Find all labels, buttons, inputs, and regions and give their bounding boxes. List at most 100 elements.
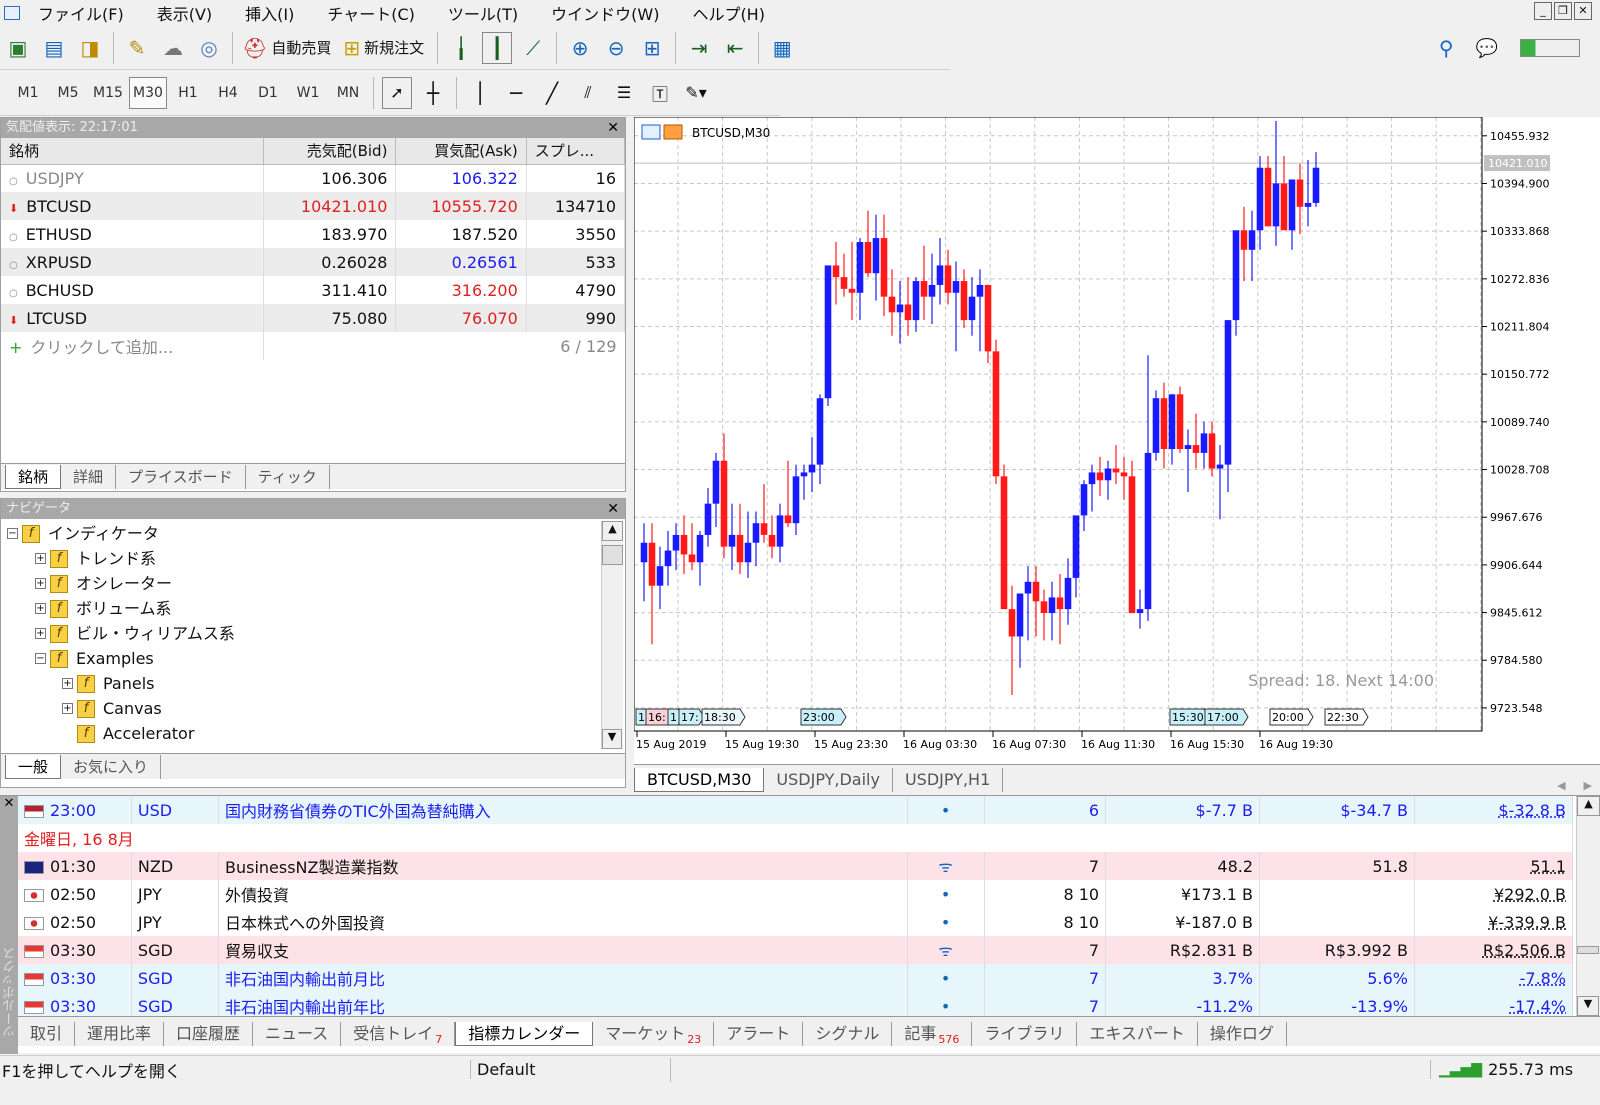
expand-icon[interactable]: +	[62, 703, 73, 714]
navigator-icon[interactable]: ✎	[122, 32, 152, 64]
event-marker-label[interactable]: 18:30	[704, 711, 736, 724]
navigator-scrollbar[interactable]: ▲ ▼	[601, 521, 623, 749]
tree-item-bill-williams[interactable]: + f ビル・ウィリアムス系	[7, 621, 597, 646]
menu-window[interactable]: ウインドウ(W)	[551, 1, 659, 25]
bar-chart-icon[interactable]: ╽	[446, 32, 476, 64]
cursor-icon[interactable]: ➚	[382, 76, 412, 109]
text-icon[interactable]: 🅃	[645, 77, 675, 109]
auto-trading-button[interactable]: ⛑ 自動売買	[242, 36, 331, 60]
table-row[interactable]: ⬇ LTCUSD 75.080 76.070 990	[1, 304, 626, 332]
tab-toolbox-2[interactable]: 口座履歴	[164, 1022, 254, 1046]
tf-d1[interactable]: D1	[249, 77, 287, 109]
tab-toolbox-0[interactable]: 取引	[18, 1022, 76, 1046]
calendar-row[interactable]: 03:30 SGD 貿易収支 ᯤ 7 R$2.831 B R$3.992 B R…	[18, 936, 1574, 964]
price-chart[interactable]: 10455.932 10394.900 10333.868 10272.836 1021…	[633, 116, 1600, 764]
shapes-menu-icon[interactable]: ✎▾	[681, 77, 711, 109]
tf-m5[interactable]: M5	[49, 77, 87, 109]
calendar-row[interactable]: 02:50 JPY 外債投資 • 8 10 ¥173.1 B ¥292.0 B	[18, 880, 1574, 908]
tree-item-examples[interactable]: − f Examples	[7, 646, 597, 671]
horizontal-line-icon[interactable]: ─	[501, 77, 531, 109]
menu-insert[interactable]: 挿入(I)	[245, 1, 294, 25]
tab-toolbox-6[interactable]: マーケット 23	[593, 1022, 715, 1046]
zoom-in-icon[interactable]: ⊕	[565, 32, 595, 64]
status-connection[interactable]: ▁▃▅▇ 255.73 ms	[1430, 1060, 1600, 1079]
tree-item-volumes[interactable]: + f ボリューム系	[7, 596, 597, 621]
fibonacci-icon[interactable]: ☰	[609, 77, 639, 109]
event-marker-label[interactable]: 1	[638, 711, 645, 724]
market-watch-icon[interactable]: ◨	[75, 32, 105, 64]
menu-help[interactable]: ヘルプ(H)	[692, 1, 765, 25]
add-symbol-row[interactable]: + クリックして追加... 6 / 129	[1, 332, 625, 360]
calendar-row[interactable]: 02:50 JPY 日本株式への外国投資 • 8 10 ¥-187.0 B ¥-…	[18, 908, 1574, 936]
expand-icon[interactable]: +	[35, 603, 46, 614]
table-row[interactable]: ⬇ BTCUSD 10421.010 10555.720 134710	[1, 192, 626, 220]
data-window-icon[interactable]: ☁	[158, 32, 188, 64]
tree-item-accelerator[interactable]: f Accelerator	[7, 721, 597, 746]
menu-chart[interactable]: チャート(C)	[327, 1, 415, 25]
scroll-right-icon[interactable]: ▶	[1584, 779, 1592, 792]
scroll-thumb[interactable]	[602, 545, 623, 565]
tab-toolbox-1[interactable]: 運用比率	[75, 1022, 165, 1046]
restore-button[interactable]: ❐	[1554, 2, 1572, 20]
event-marker-label[interactable]: 1	[670, 711, 677, 724]
tab-toolbox-3[interactable]: ニュース	[253, 1022, 342, 1046]
minimize-button[interactable]: _	[1534, 2, 1552, 20]
signals-icon[interactable]: ◎	[194, 32, 224, 64]
tab-chart-usdjpy-h1[interactable]: USDJPY,H1	[893, 768, 1004, 792]
tree-item-panels[interactable]: + f Panels	[7, 671, 597, 696]
table-row[interactable]: ○ XRPUSD 0.26028 0.26561 533	[1, 248, 626, 276]
tf-mn[interactable]: MN	[329, 77, 367, 109]
tree-item-indicators[interactable]: − f インディケータ	[7, 521, 597, 546]
table-row[interactable]: ○ BCHUSD 311.410 316.200 4790	[1, 276, 626, 304]
close-icon[interactable]: ✕	[607, 118, 619, 138]
expand-icon[interactable]: +	[35, 628, 46, 639]
new-chart-icon[interactable]: ▣	[3, 32, 33, 64]
event-marker-label[interactable]: 20:00	[1272, 711, 1304, 724]
zoom-out-icon[interactable]: ⊖	[601, 32, 631, 64]
tab-toolbox-9[interactable]: 記事 576	[892, 1022, 973, 1046]
calendar-row[interactable]: 03:30 SGD 非石油国内輸出前月比 • 7 3.7% 5.6% -7.8%	[18, 964, 1574, 992]
tree-item-canvas[interactable]: + f Canvas	[7, 696, 597, 721]
tf-m1[interactable]: M1	[9, 77, 47, 109]
event-marker-label[interactable]: 22:30	[1327, 711, 1359, 724]
tree-item-trend[interactable]: + f トレンド系	[7, 546, 597, 571]
table-row[interactable]: ○ USDJPY 106.306 106.322 16	[1, 164, 626, 192]
chart-shift-icon[interactable]: ⇥	[684, 32, 714, 64]
scroll-thumb[interactable]	[1577, 946, 1599, 954]
search-icon[interactable]: ⚲	[1439, 36, 1454, 60]
event-marker-label[interactable]: 16:	[648, 711, 666, 724]
tab-price-board[interactable]: プライスボード	[116, 465, 246, 489]
chart-window[interactable]: 10455.932 10394.900 10333.868 10272.836 1021…	[633, 116, 1600, 764]
autoscroll-icon[interactable]: ⇤	[720, 32, 750, 64]
event-marker-label[interactable]: 23:00	[803, 711, 835, 724]
table-row[interactable]: ○ ETHUSD 183.970 187.520 3550	[1, 220, 626, 248]
event-marker-label[interactable]: 17:	[681, 711, 699, 724]
tab-toolbox-8[interactable]: シグナル	[803, 1022, 893, 1046]
tab-toolbox-5[interactable]: 指標カレンダー	[455, 1022, 594, 1046]
tf-h4[interactable]: H4	[209, 77, 247, 109]
tile-windows-icon[interactable]: ⊞	[637, 32, 667, 64]
tab-toolbox-11[interactable]: エキスパート	[1077, 1022, 1198, 1046]
expand-icon[interactable]: +	[35, 578, 46, 589]
col-spread[interactable]: スプレ...	[526, 138, 626, 165]
close-icon[interactable]: ✕	[0, 796, 18, 811]
tab-symbols[interactable]: 銘柄	[5, 465, 62, 489]
chat-icon[interactable]: 💬	[1476, 38, 1498, 59]
tab-chart-usdjpy-daily[interactable]: USDJPY,Daily	[764, 768, 893, 792]
scroll-left-icon[interactable]: ◀	[1557, 779, 1565, 792]
tf-m30[interactable]: M30	[129, 76, 167, 109]
close-icon[interactable]: ✕	[607, 499, 619, 519]
calendar-scrollbar[interactable]: ▲ ▼	[1576, 796, 1600, 1016]
templates-icon[interactable]: ▦	[767, 32, 797, 64]
event-marker-label[interactable]: 15:30	[1172, 711, 1204, 724]
col-bid[interactable]: 売気配(Bid)	[263, 138, 397, 165]
calendar-row[interactable]: 01:30 NZD BusinessNZ製造業指数 ᯤ 7 48.2 51.8 …	[18, 852, 1574, 880]
expand-icon[interactable]: +	[35, 553, 46, 564]
tab-toolbox-7[interactable]: アラート	[714, 1022, 804, 1046]
menu-view[interactable]: 表示(V)	[157, 1, 212, 25]
collapse-icon[interactable]: −	[35, 653, 46, 664]
menu-file[interactable]: ファイル(F)	[38, 1, 124, 25]
tab-favorites[interactable]: お気に入り	[61, 755, 162, 779]
tab-toolbox-12[interactable]: 操作ログ	[1198, 1022, 1287, 1046]
candlestick-icon[interactable]: ┃	[482, 31, 513, 64]
